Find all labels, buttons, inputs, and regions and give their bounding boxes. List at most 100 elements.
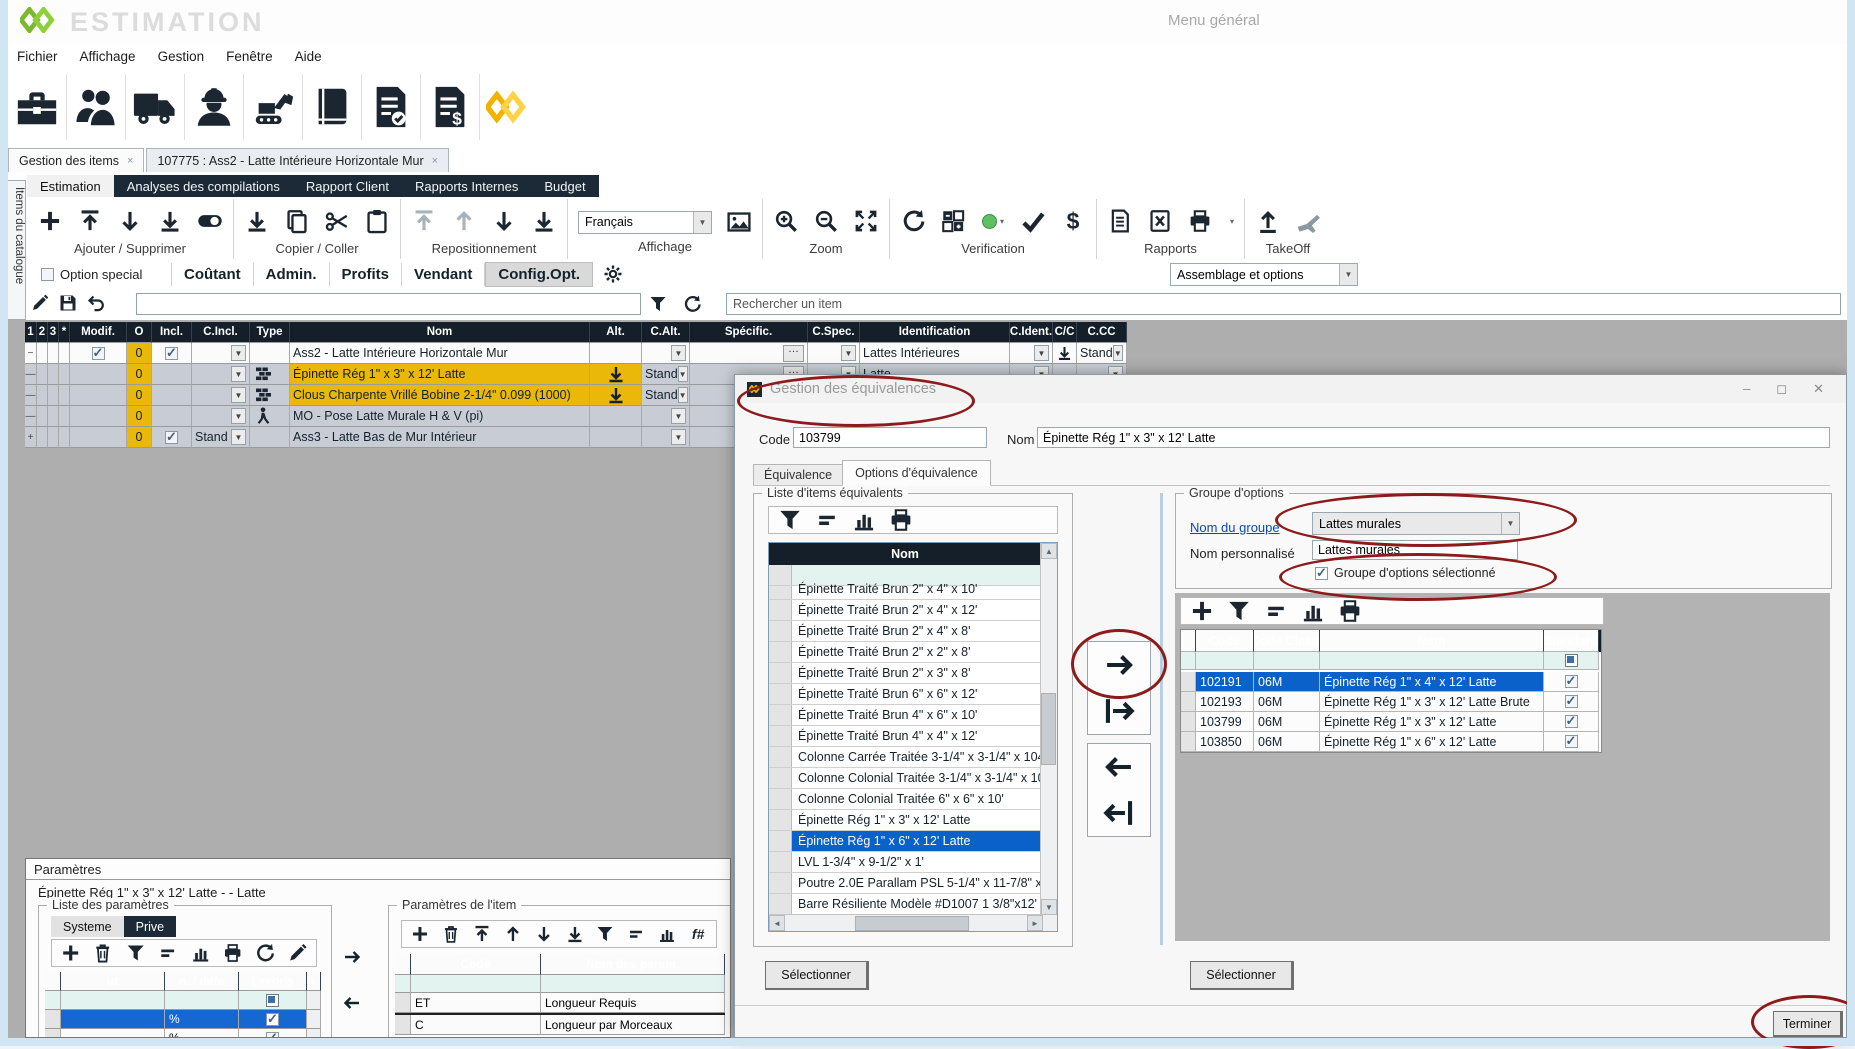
tab-equivalence[interactable]: Équivalence: [753, 464, 843, 486]
list-item[interactable]: Épinette Rég 1" x 3" x 12' Latte: [769, 810, 1043, 831]
copy-icon[interactable]: [284, 208, 310, 234]
assemblage-select[interactable]: Assemblage et options ▼: [1170, 263, 1358, 286]
move-all-left-icon[interactable]: [1102, 796, 1136, 830]
tree-expander[interactable]: +: [25, 427, 37, 448]
toolbox-icon[interactable]: [8, 74, 67, 140]
pencil-icon[interactable]: [287, 940, 308, 966]
profits-button[interactable]: Profits: [330, 263, 403, 286]
col-incl[interactable]: Incl.: [152, 322, 192, 343]
standard-checkbox[interactable]: [1565, 735, 1578, 748]
printer-icon[interactable]: [888, 507, 914, 533]
col-cincl[interactable]: C.Incl.: [192, 322, 250, 343]
item-edit-field[interactable]: [136, 293, 641, 315]
filter-icon[interactable]: [125, 940, 146, 966]
groupe-selectionne-checkbox[interactable]: Groupe d'options sélectionné: [1315, 566, 1496, 580]
col-defaut[interactable]: ut: [61, 972, 165, 991]
tree-expander[interactable]: −: [25, 343, 37, 364]
vertical-scrollbar[interactable]: ▲ ▼: [1040, 543, 1057, 931]
tab-systeme[interactable]: Systeme: [51, 916, 124, 937]
dropdown-icon[interactable]: ▼: [671, 345, 686, 361]
code-field[interactable]: 103799: [793, 427, 987, 448]
col-nom[interactable]: Nom: [290, 322, 590, 343]
dropdown-icon[interactable]: ▼: [841, 345, 856, 361]
printer-icon[interactable]: [1337, 598, 1363, 624]
coutant-button[interactable]: Coûtant: [171, 263, 254, 286]
param-row[interactable]: %: [45, 1010, 321, 1029]
dollar-icon[interactable]: $: [1060, 208, 1086, 234]
option-special-checkbox[interactable]: Option special: [41, 267, 171, 282]
equal-icon[interactable]: [157, 940, 178, 966]
clients-icon[interactable]: [67, 74, 126, 140]
filter-row[interactable]: [45, 991, 321, 1010]
move-left-icon[interactable]: [1102, 750, 1136, 784]
maximize-icon[interactable]: ◻: [1776, 381, 1787, 397]
equiv-row[interactable]: 103850 06M Épinette Rég 1" x 6" x 12' La…: [1181, 732, 1601, 752]
groupe-select[interactable]: Lattes murales ▼: [1312, 512, 1520, 535]
chevron-down-icon[interactable]: ▾: [1230, 217, 1234, 226]
list-item[interactable]: Épinette Traité Brun 2" x 4" x 12': [769, 600, 1043, 621]
move-up-icon[interactable]: [451, 208, 477, 234]
equiv-row[interactable]: 102193 06M Épinette Rég 1" x 3" x 12' La…: [1181, 692, 1601, 712]
equiv-row[interactable]: 103799 06M Épinette Rég 1" x 3" x 12' La…: [1181, 712, 1601, 732]
filter-row[interactable]: [1181, 652, 1601, 672]
paste-down-icon[interactable]: [244, 208, 270, 234]
dropdown-icon[interactable]: ▼: [231, 429, 246, 445]
calc-grid-icon[interactable]: [940, 208, 966, 234]
chart-icon[interactable]: [657, 921, 677, 947]
nom-cell[interactable]: Ass3 - Latte Bas de Mur Intérieur: [290, 427, 590, 448]
admin-button[interactable]: Admin.: [254, 263, 330, 286]
filter-square-icon[interactable]: [266, 994, 279, 1007]
refresh-icon[interactable]: [900, 208, 926, 234]
pencil-icon[interactable]: [30, 293, 50, 313]
check-icon[interactable]: [1020, 208, 1046, 234]
chart-icon[interactable]: [1300, 598, 1326, 624]
scroll-left-icon[interactable]: ◄: [769, 915, 785, 931]
horizontal-scrollbar[interactable]: ◄ ►: [769, 914, 1043, 931]
list-item[interactable]: Épinette Traité Brun 2" x 4" x 8': [769, 621, 1043, 642]
chart-icon[interactable]: [851, 507, 877, 533]
close-icon[interactable]: ×: [432, 155, 438, 167]
tab-options-equivalence[interactable]: Options d'équivalence: [842, 460, 991, 486]
list-item[interactable]: Colonne Colonial Traitée 6" x 6" x 10': [769, 789, 1043, 810]
param-move-left-icon[interactable]: [342, 993, 362, 1013]
selectionner-right-button[interactable]: Sélectionner: [1190, 961, 1294, 990]
col-cident[interactable]: C.Ident.: [1010, 322, 1053, 343]
cut-icon[interactable]: [324, 208, 350, 234]
checkbox-icon[interactable]: [41, 268, 54, 281]
favoris-checkbox[interactable]: [266, 1013, 279, 1026]
tab-budget[interactable]: Budget: [531, 175, 598, 197]
list-item[interactable]: Colonne Carrée Traitée 3-1/4" x 3-1/4" x…: [769, 747, 1043, 768]
printer-icon[interactable]: [1187, 208, 1213, 234]
tab-107775-ass2[interactable]: 107775 : Ass2 - Latte Intérieure Horizon…: [146, 148, 449, 172]
document-dollar-icon[interactable]: $: [421, 74, 480, 140]
filter-row[interactable]: [395, 975, 725, 993]
tab-rapports-internes[interactable]: Rapports Internes: [402, 175, 531, 197]
col-specific[interactable]: Spécific.: [690, 322, 808, 343]
col-identification[interactable]: Identification: [860, 322, 1010, 343]
add-item-icon[interactable]: [37, 208, 63, 234]
incl-checkbox[interactable]: [165, 347, 178, 360]
col-cspec[interactable]: C.Spec.: [808, 322, 860, 343]
scroll-thumb[interactable]: [1041, 693, 1056, 765]
insert-down-icon[interactable]: [117, 208, 143, 234]
tab-analyses-compilations[interactable]: Analyses des compilations: [114, 175, 293, 197]
add-icon[interactable]: [410, 921, 430, 947]
tab-estimation[interactable]: Estimation: [27, 175, 114, 197]
move-down-icon[interactable]: [491, 208, 517, 234]
nom-du-groupe-link[interactable]: Nom du groupe: [1190, 520, 1280, 535]
dialog-titlebar[interactable]: Gestion des équivalences – ◻ ✕: [735, 375, 1846, 403]
scroll-up-icon[interactable]: ▲: [307, 972, 321, 991]
nom-cell[interactable]: Épinette Rég 1" x 3" x 12' Latte: [290, 364, 590, 385]
standard-checkbox[interactable]: [1565, 675, 1578, 688]
dropdown-icon[interactable]: ▼: [671, 429, 686, 445]
document-check-icon[interactable]: [362, 74, 421, 140]
formula-icon[interactable]: f#: [688, 921, 708, 947]
menu-aide[interactable]: Aide: [284, 49, 333, 64]
col-2[interactable]: 2: [37, 322, 48, 343]
gear-icon[interactable]: [603, 264, 623, 284]
delete-icon[interactable]: [441, 921, 461, 947]
move-right-icon[interactable]: [1102, 648, 1136, 682]
list-item[interactable]: Épinette Traité Brun 6" x 6" x 12': [769, 684, 1043, 705]
col-nom[interactable]: Nom: [1320, 630, 1544, 652]
dropdown-icon[interactable]: ▼: [671, 408, 686, 424]
